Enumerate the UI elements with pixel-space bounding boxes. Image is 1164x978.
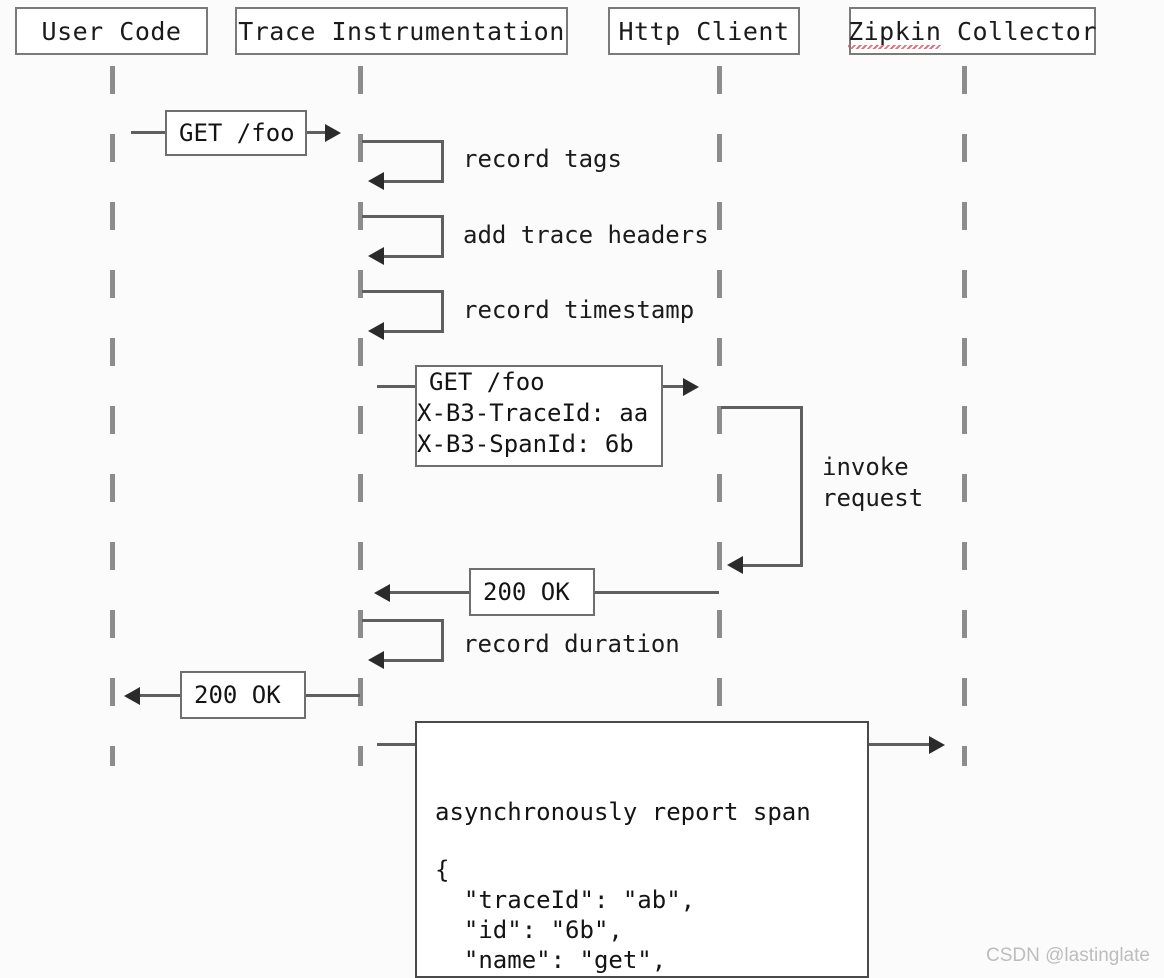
selfcall-record-timestamp-top [362, 290, 444, 293]
arrow-get-foo-to-instrumentation [325, 124, 341, 142]
selfcall-record-duration-bottom [382, 659, 444, 662]
lifeline-trace-instrumentation [358, 66, 363, 766]
selfcall-label-record-duration: record duration [463, 630, 680, 658]
message-line-get-foo-headers-right [661, 385, 685, 388]
selfcall-record-timestamp-side [441, 290, 444, 332]
arrow-ok-to-user-code [124, 687, 140, 705]
arrow-record-duration [368, 651, 384, 669]
message-line-ok-user-right [304, 694, 360, 697]
selfcall-record-tags-bottom [382, 180, 444, 183]
report-span-json: { "traceId": "ab", "id": "6b", "name": "… [435, 856, 696, 974]
report-span-title: asynchronously report span [435, 798, 811, 826]
message-box-ok-to-instrumentation-label: 200 OK [483, 577, 570, 606]
message-line-report-span-left [377, 743, 417, 746]
participant-http-client-label: Http Client [618, 16, 790, 46]
message-box-get-foo-headers[interactable]: GET /foo X-B3-TraceId: aa X-B3-SpanId: 6… [415, 365, 663, 467]
selfcall-add-trace-headers-bottom [382, 255, 444, 258]
arrow-record-timestamp [368, 322, 384, 340]
selfcall-label-invoke-request: invoke request [822, 453, 924, 512]
participant-http-client[interactable]: Http Client [608, 7, 800, 55]
selfcall-label-record-timestamp: record timestamp [463, 296, 695, 324]
message-line-ok-user-left [139, 694, 183, 697]
message-box-report-span[interactable]: asynchronously report span { "traceId": "… [415, 721, 869, 978]
participant-zipkin-collector-label-rest: Collector [956, 16, 1097, 46]
arrow-report-span-to-collector [929, 736, 945, 754]
selfcall-add-trace-headers-top [362, 215, 444, 218]
selfcall-label-record-tags: record tags [463, 145, 622, 173]
message-line-get-foo-right [305, 131, 327, 134]
participant-user-code-label: User Code [41, 16, 182, 46]
selfcall-label-add-trace-headers: add trace headers [463, 221, 709, 249]
message-line-report-span-right [867, 743, 931, 746]
participant-zipkin-collector-label [941, 17, 957, 46]
selfcall-invoke-request-top [721, 406, 803, 409]
message-box-get-foo[interactable]: GET /foo [165, 110, 307, 156]
selfcall-invoke-request-side [800, 406, 803, 566]
lifeline-user-code [110, 66, 115, 766]
selfcall-add-trace-headers-side [441, 215, 444, 257]
lifeline-zipkin-collector [962, 66, 967, 766]
lifeline-http-client [717, 66, 722, 766]
watermark: CSDN @lastinglate [986, 945, 1150, 966]
arrow-record-tags [368, 172, 384, 190]
selfcall-record-duration-side [441, 619, 444, 661]
message-box-ok-to-user-code-label: 200 OK [194, 680, 281, 709]
participant-zipkin-collector-misspelled-word: Zipkin [848, 16, 942, 49]
selfcall-record-tags-side [441, 140, 444, 182]
message-box-ok-to-instrumentation[interactable]: 200 OK [469, 568, 595, 616]
selfcall-record-timestamp-bottom [382, 330, 444, 333]
message-box-get-foo-headers-label: GET /foo X-B3-TraceId: aa X-B3-SpanId: 6… [417, 368, 649, 458]
participant-zipkin-collector[interactable]: Zipkin Collector [848, 7, 1097, 55]
message-line-get-foo-headers-left [377, 385, 417, 388]
message-line-ok-instrumentation-left [389, 591, 471, 594]
arrow-add-trace-headers [368, 247, 384, 265]
participant-user-code[interactable]: User Code [15, 7, 208, 55]
selfcall-record-tags-top [362, 140, 444, 143]
selfcall-record-duration-top [362, 619, 444, 622]
arrow-get-foo-headers-to-http-client [683, 378, 699, 396]
participant-trace-instrumentation-label: Trace Instrumentation [238, 16, 565, 46]
message-line-ok-instrumentation-right [593, 591, 719, 594]
arrow-ok-to-instrumentation [374, 584, 390, 602]
sequence-diagram: User Code Trace Instrumentation Http Cli… [0, 0, 1164, 978]
participant-trace-instrumentation[interactable]: Trace Instrumentation [235, 7, 568, 55]
message-box-ok-to-user-code[interactable]: 200 OK [180, 671, 306, 719]
arrow-invoke-request [727, 556, 743, 574]
message-box-get-foo-label: GET /foo [179, 118, 295, 147]
message-line-get-foo-left [131, 131, 167, 134]
selfcall-invoke-request-bottom [741, 564, 803, 567]
